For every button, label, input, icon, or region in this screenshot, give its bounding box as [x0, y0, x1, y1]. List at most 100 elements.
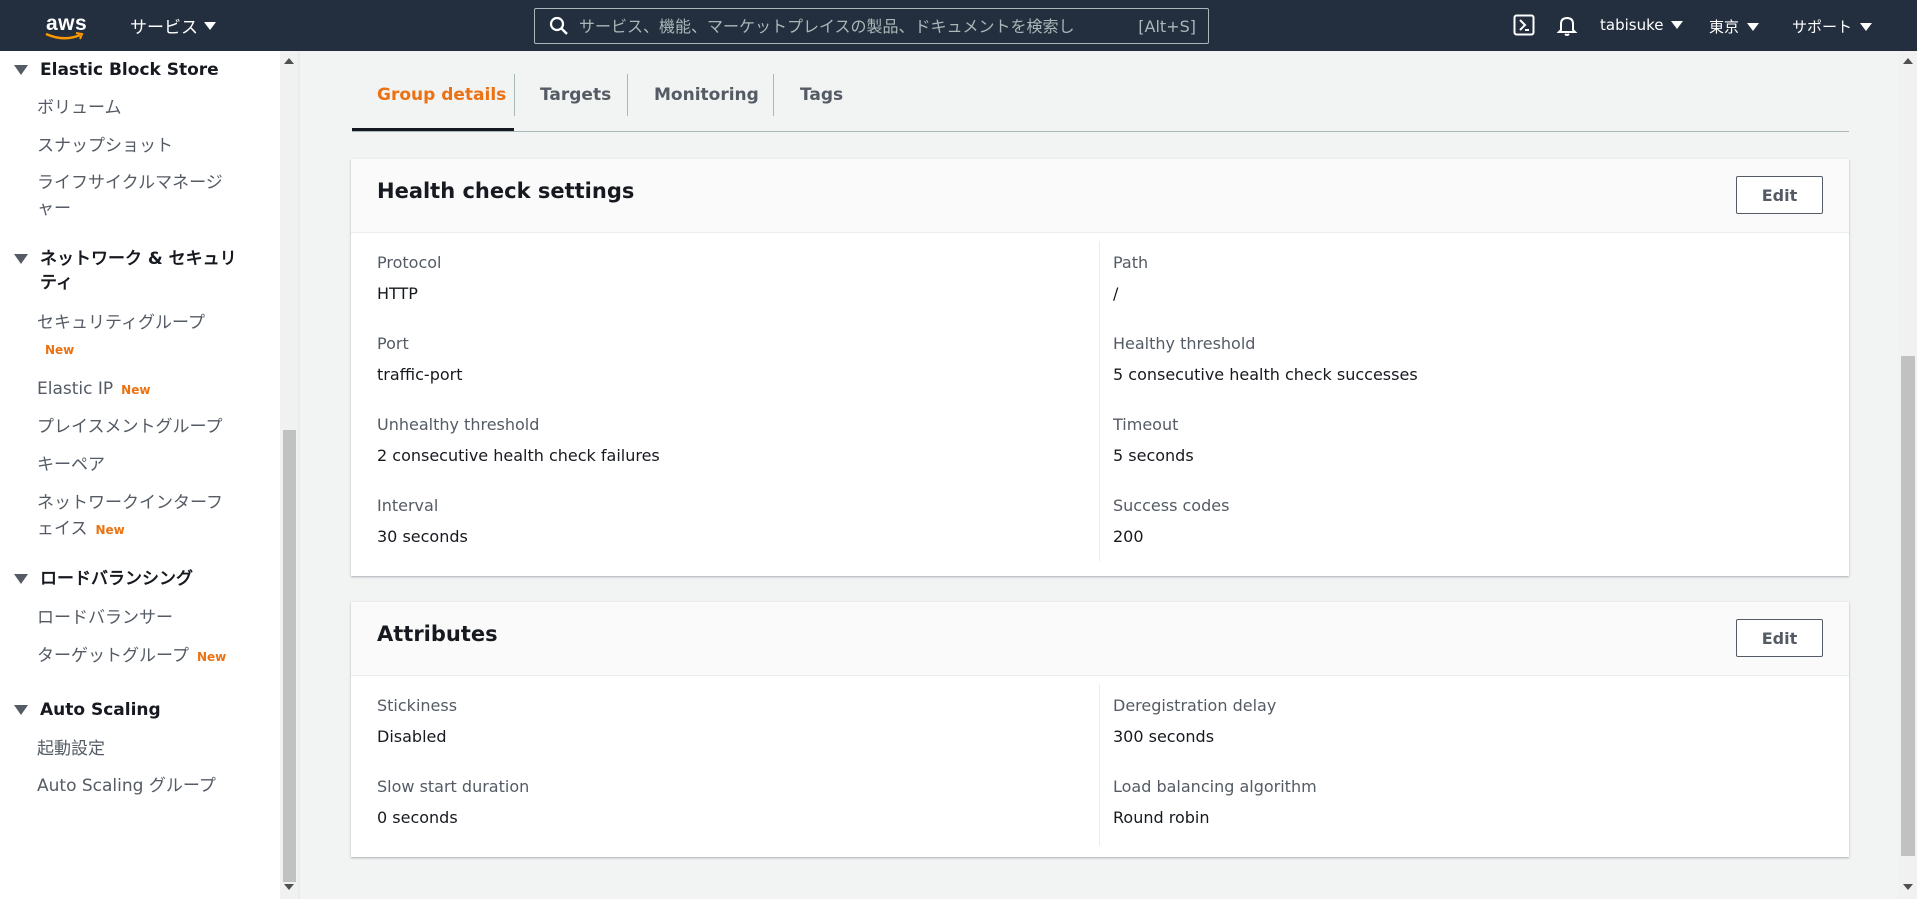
sidebar-item-key-pairs[interactable]: キーペア	[37, 452, 105, 478]
column-divider	[1099, 684, 1100, 846]
field-value: 2 consecutive health check failures	[377, 446, 660, 465]
new-badge: New	[121, 383, 151, 397]
scroll-down-arrow-icon[interactable]	[284, 884, 294, 890]
scroll-up-arrow-icon[interactable]	[284, 58, 294, 64]
load-balancing-algorithm-field: Load balancing algorithm Round robin	[1113, 777, 1317, 828]
services-label: サービス	[130, 18, 198, 38]
chevron-down-icon	[1860, 22, 1873, 31]
field-label: Path	[1113, 253, 1149, 272]
card-header: Health check settings Edit	[351, 159, 1849, 233]
tab-group-details[interactable]: Group details	[377, 75, 506, 131]
sidebar-section-ebs[interactable]: Elastic Block Store	[14, 58, 219, 82]
health-check-settings-card: Health check settings Edit Protocol HTTP…	[351, 159, 1849, 576]
field-label: Port	[377, 334, 409, 353]
field-label: Healthy threshold	[1113, 334, 1256, 353]
region-menu[interactable]: 東京	[1709, 16, 1760, 37]
sidebar-item-label: ネットワークインターフ	[37, 493, 223, 513]
field-value: 0 seconds	[377, 808, 458, 827]
sidebar-scrollbar-thumb[interactable]	[283, 430, 296, 882]
field-value: traffic-port	[377, 365, 463, 384]
sidebar-item-label: ターゲットグループ	[37, 646, 189, 666]
sidebar-item-launch-configurations[interactable]: 起動設定	[37, 736, 105, 762]
cloudshell-icon[interactable]	[1513, 14, 1535, 36]
tab-separator	[627, 74, 628, 116]
sidebar-item-network-interfaces[interactable]: ネットワークインターフ ェイス New	[37, 490, 223, 543]
side-navigation: Elastic Block Store ボリューム スナップショット ライフサイ…	[0, 51, 298, 899]
sidebar-section-auto-scaling[interactable]: Auto Scaling	[14, 698, 161, 722]
sidebar-item-label: ェイス	[37, 519, 88, 539]
field-label: Stickiness	[377, 696, 458, 715]
edit-health-check-button[interactable]: Edit	[1736, 176, 1823, 214]
unhealthy-threshold-field: Unhealthy threshold 2 consecutive health…	[377, 415, 660, 466]
protocol-field: Protocol HTTP	[377, 253, 441, 304]
tab-targets[interactable]: Targets	[540, 75, 611, 131]
section-title-line: ネットワーク & セキュリ	[40, 249, 237, 269]
card-title: Attributes	[377, 622, 498, 646]
field-value: 300 seconds	[1113, 727, 1215, 746]
tab-bar: Group details Targets Monitoring Tags	[352, 51, 1849, 132]
new-badge: New	[196, 650, 227, 664]
top-navigation: aws サービス [Alt+S] tabisuke 東京 サポート	[0, 0, 1917, 51]
caret-down-icon	[14, 574, 28, 584]
support-menu[interactable]: サポート	[1792, 16, 1873, 37]
sidebar-item-placement-groups[interactable]: プレイスメントグループ	[37, 414, 222, 440]
edit-attributes-button[interactable]: Edit	[1736, 619, 1823, 657]
tab-monitoring[interactable]: Monitoring	[654, 75, 759, 131]
sidebar-item-volumes[interactable]: ボリューム	[37, 95, 122, 121]
sidebar-item-snapshots[interactable]: スナップショット	[37, 133, 173, 159]
sidebar-section-title: ネットワーク & セキュリ ティ	[40, 247, 237, 295]
scroll-down-arrow-icon[interactable]	[1903, 884, 1913, 890]
notifications-bell-icon[interactable]	[1556, 14, 1578, 36]
scroll-up-arrow-icon[interactable]	[1903, 58, 1913, 64]
chevron-down-icon	[204, 21, 216, 30]
column-divider	[1099, 241, 1100, 561]
slow-start-duration-field: Slow start duration 0 seconds	[377, 777, 529, 828]
field-value: Round robin	[1113, 808, 1210, 827]
search-shortcut-hint: [Alt+S]	[1138, 16, 1196, 36]
aws-smile-icon	[45, 32, 84, 40]
timeout-field: Timeout 5 seconds	[1113, 415, 1194, 466]
support-label: サポート	[1792, 18, 1853, 36]
search-box[interactable]: [Alt+S]	[534, 8, 1209, 44]
aws-logo[interactable]: aws	[44, 8, 88, 44]
active-tab-indicator	[352, 128, 514, 131]
sidebar-item-security-groups[interactable]: セキュリティグループ New	[37, 310, 205, 363]
field-value: 30 seconds	[377, 527, 468, 546]
attributes-card: Attributes Edit Stickiness Disabled Dere…	[351, 602, 1849, 857]
sidebar-item-lifecycle-manager[interactable]: ライフサイクルマネージ ャー	[37, 170, 223, 222]
sidebar-item-auto-scaling-groups[interactable]: Auto Scaling グループ	[37, 773, 216, 799]
stickiness-field: Stickiness Disabled	[377, 696, 457, 747]
field-value: 200	[1113, 527, 1144, 546]
sidebar-item-load-balancers[interactable]: ロードバランサー	[37, 605, 173, 631]
new-badge: New	[45, 343, 75, 357]
search-input[interactable]	[579, 16, 1139, 36]
user-menu[interactable]: tabisuke	[1600, 16, 1684, 34]
card-header: Attributes Edit	[351, 602, 1849, 676]
deregistration-delay-field: Deregistration delay 300 seconds	[1113, 696, 1276, 747]
sidebar-section-network-security[interactable]: ネットワーク & セキュリ ティ	[14, 247, 237, 295]
main-scrollbar-thumb[interactable]	[1901, 356, 1915, 856]
sidebar-section-title: Auto Scaling	[40, 700, 161, 720]
sidebar-divider	[298, 51, 300, 899]
sidebar-item-target-groups[interactable]: ターゲットグループ New	[37, 643, 226, 670]
tab-separator	[773, 74, 774, 116]
path-field: Path /	[1113, 253, 1148, 304]
section-title-line: ティ	[40, 273, 73, 293]
services-menu[interactable]: サービス	[130, 13, 216, 38]
region-name: 東京	[1709, 18, 1740, 36]
sidebar-item-label: セキュリティグループ	[37, 313, 205, 333]
sidebar-item-elastic-ip[interactable]: Elastic IP New	[37, 376, 150, 403]
port-field: Port traffic-port	[377, 334, 463, 385]
field-label: Deregistration delay	[1113, 696, 1277, 715]
caret-down-icon	[14, 254, 28, 264]
field-value: /	[1113, 284, 1119, 303]
chevron-down-icon	[1671, 21, 1684, 29]
sidebar-section-load-balancing[interactable]: ロードバランシング	[14, 567, 193, 591]
field-value: HTTP	[377, 284, 418, 303]
field-label: Unhealthy threshold	[377, 415, 540, 434]
healthy-threshold-field: Healthy threshold 5 consecutive health c…	[1113, 334, 1418, 385]
field-value: 5 consecutive health check successes	[1113, 365, 1418, 384]
field-label: Success codes	[1113, 496, 1230, 515]
tab-tags[interactable]: Tags	[800, 75, 843, 131]
success-codes-field: Success codes 200	[1113, 496, 1229, 547]
